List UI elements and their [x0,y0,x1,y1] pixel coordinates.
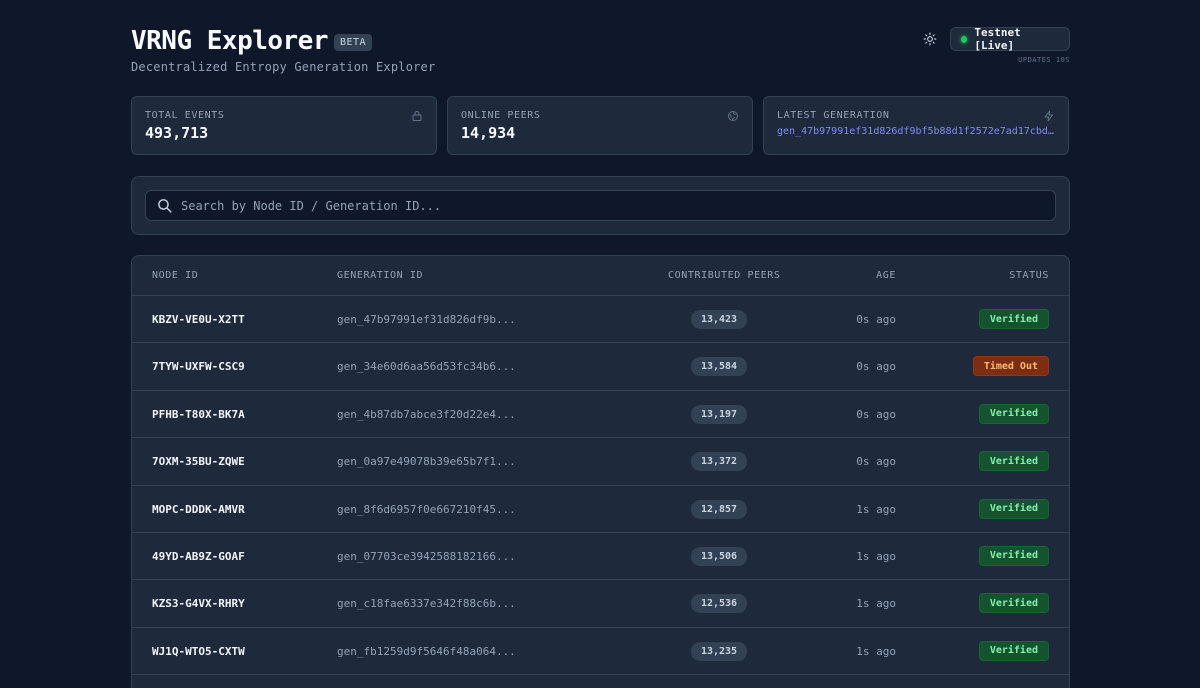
table-row[interactable]: 49YD-AB9Z-GOAF gen_07703ce3942588182166..… [132,533,1069,581]
contributed-peers-badge: 13,584 [691,357,747,377]
theme-toggle-button[interactable] [921,30,939,48]
column-header-status[interactable]: STATUS [1009,270,1049,281]
status-badge: Timed Out [972,356,1049,377]
table-row[interactable]: 7OXM-35BU-ZQWE gen_0a97e49078b39e65b7f1..… [132,438,1069,486]
generation-id-cell[interactable]: gen_8f6d6957f0e667210f45... [337,503,516,516]
age-cell: 0s ago [856,407,896,421]
page-subtitle: Decentralized Entropy Generation Explore… [131,60,436,74]
network-selector-button[interactable]: Testnet [Live] [950,26,1070,52]
age-cell: 0s ago [856,313,896,326]
header: VRNG Explorer BETA Decentralized Entropy… [131,0,1070,96]
status-badge: Verified [978,451,1049,472]
table-header: NODE ID GENERATION ID CONTRIBUTED PEERS … [132,256,1069,296]
table-row[interactable]: MOPC-DDDK-AMVR gen_8f6d6957f0e667210f45..… [132,486,1069,533]
node-id-cell[interactable]: KZS3-G4VX-RHRY [152,597,245,610]
contributed-peers-badge: 13,423 [691,310,747,329]
age-cell: 1s ago [856,644,896,658]
node-id-cell[interactable]: 49YD-AB9Z-GOAF [152,550,245,563]
table-row[interactable]: WJ1Q-WTO5-CXTW gen_fb1259d9f5646f48a064..… [132,628,1069,676]
sun-icon [923,32,937,46]
node-id-cell[interactable]: MOPC-DDDK-AMVR [152,503,245,516]
status-badge: Verified [978,545,1049,566]
column-header-node-id[interactable]: NODE ID [152,270,198,281]
age-cell: 1s ago [856,597,896,611]
table-row[interactable]: KZS3-G4VX-RHRY gen_c18fae6337e342f88c6b..… [132,580,1069,628]
status-badge: Verified [978,403,1049,424]
search-input[interactable] [181,198,1041,213]
node-id-cell[interactable]: WJ1Q-WTO5-CXTW [152,645,245,658]
contributed-peers-badge: 12,536 [691,594,747,614]
age-cell: 1s ago [856,549,896,563]
stat-label: ONLINE PEERS [461,110,541,121]
stat-card-latest-generation: LATEST GENERATION gen_47b97991ef31d826df… [763,96,1069,155]
latest-generation-link[interactable]: gen_47b97991ef31d826df9bf5b88d1f2572e7ad… [777,126,1057,137]
network-label: Testnet [Live] [974,26,1021,52]
column-header-age[interactable]: AGE [876,270,896,281]
generation-id-cell[interactable]: gen_47b97991ef31d826df9b... [337,313,516,326]
globe-icon [728,111,738,121]
beta-badge: BETA [334,33,373,51]
generation-id-cell[interactable]: gen_34e60d6aa56d53fc34b6... [337,360,516,373]
update-interval-label: UPDATES 10S [1018,56,1070,64]
search-box [145,190,1056,221]
search-panel [131,176,1070,235]
status-badge: Verified [978,309,1049,329]
status-badge: Verified [978,640,1049,661]
table-row[interactable]: KBZV-VE0U-X2TT gen_47b97991ef31d826df9b..… [132,296,1069,344]
lock-icon [412,111,422,121]
stat-label: TOTAL EVENTS [145,110,225,121]
bolt-icon [1044,110,1053,122]
stat-card-total-events: TOTAL EVENTS 493,713 [131,96,437,155]
status-badge: Verified [978,593,1049,614]
status-badge: Verified [978,498,1049,519]
generation-id-cell[interactable]: gen_4b87db7abce3f20d22e4... [337,408,516,421]
table-body: KBZV-VE0U-X2TT gen_47b97991ef31d826df9b..… [132,296,1069,676]
age-cell: 0s ago [856,455,896,469]
node-id-cell[interactable]: PFHB-T80X-BK7A [152,408,245,421]
page-container: VRNG Explorer BETA Decentralized Entropy… [131,0,1070,688]
contributed-peers-badge: 13,197 [691,404,747,424]
contributed-peers-badge: 12,857 [691,499,747,519]
generation-id-cell[interactable]: gen_0a97e49078b39e65b7f1... [337,455,516,468]
age-cell: 1s ago [856,502,896,516]
node-id-cell[interactable]: 7OXM-35BU-ZQWE [152,455,245,468]
column-header-contributed-peers[interactable]: CONTRIBUTED PEERS [668,270,781,281]
node-id-cell[interactable]: KBZV-VE0U-X2TT [152,313,245,326]
generation-id-cell[interactable]: gen_fb1259d9f5646f48a064... [337,645,516,658]
stat-value: 14,934 [461,124,516,142]
generation-id-cell[interactable]: gen_07703ce3942588182166... [337,550,516,563]
stats-cards: TOTAL EVENTS 493,713 ONLINE PEERS 14,934… [131,96,1070,155]
contributed-peers-badge: 13,372 [691,452,747,472]
events-table: NODE ID GENERATION ID CONTRIBUTED PEERS … [131,255,1070,688]
table-row[interactable]: PFHB-T80X-BK7A gen_4b87db7abce3f20d22e4..… [132,391,1069,439]
stat-label: LATEST GENERATION [777,110,890,121]
column-header-generation-id[interactable]: GENERATION ID [337,270,423,281]
node-id-cell[interactable]: 7TYW-UXFW-CSC9 [152,360,245,373]
age-cell: 0s ago [856,360,896,374]
stat-value: 493,713 [145,124,209,142]
page-title: VRNG Explorer [131,26,329,56]
live-status-dot [961,35,968,43]
generation-id-cell[interactable]: gen_c18fae6337e342f88c6b... [337,597,516,610]
contributed-peers-badge: 13,235 [691,641,747,661]
title-row: VRNG Explorer BETA [131,26,373,56]
search-icon [158,199,172,213]
table-row[interactable]: 7TYW-UXFW-CSC9 gen_34e60d6aa56d53fc34b6..… [132,343,1069,391]
contributed-peers-badge: 13,506 [691,546,747,566]
stat-card-online-peers: ONLINE PEERS 14,934 [447,96,753,155]
